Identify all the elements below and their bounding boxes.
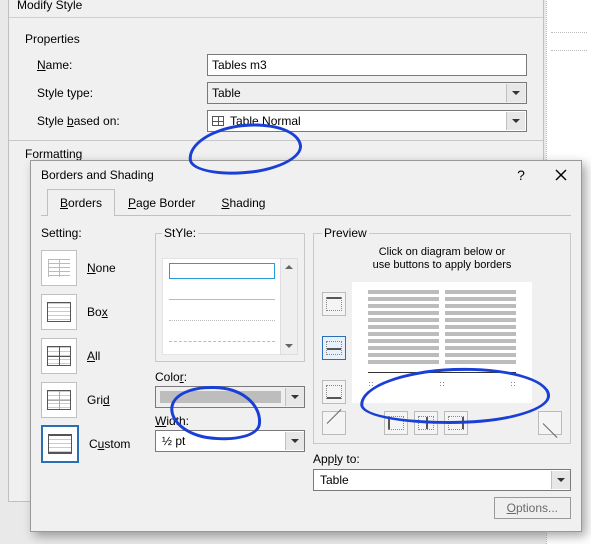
- width-label: Width:: [155, 414, 305, 428]
- setting-box-icon: [47, 302, 71, 322]
- preview-diag-down-button[interactable]: [322, 411, 346, 435]
- line-style-option[interactable]: [169, 304, 275, 321]
- setting-none[interactable]: None: [41, 246, 147, 290]
- setting-all[interactable]: All: [41, 334, 147, 378]
- chevron-down-icon: [506, 84, 525, 102]
- setting-grid-icon: [47, 390, 71, 410]
- preview-right-border-button[interactable]: [444, 411, 468, 435]
- preview-left-border-button[interactable]: [384, 411, 408, 435]
- preview-legend: Preview: [322, 226, 369, 240]
- setting-grid[interactable]: Grid: [41, 378, 147, 422]
- preview-diag-up-button[interactable]: [538, 411, 562, 435]
- color-combo[interactable]: [155, 386, 305, 408]
- name-input[interactable]: [207, 54, 527, 76]
- style-header: StYle:: [162, 226, 198, 240]
- width-combo[interactable]: ½ pt: [155, 430, 305, 452]
- close-button[interactable]: [541, 161, 581, 189]
- color-label: Color:: [155, 370, 305, 384]
- style-type-label: Style type:: [25, 86, 207, 100]
- preview-diagram[interactable]: [352, 282, 532, 403]
- scroll-down-icon[interactable]: [281, 338, 297, 354]
- preview-inside-v-border-button[interactable]: [414, 411, 438, 435]
- chevron-down-icon: [551, 471, 570, 489]
- diagonal-icon: [327, 416, 341, 430]
- line-style-option[interactable]: [169, 325, 275, 342]
- diagonal-icon: [543, 416, 557, 430]
- borders-shading-dialog: Borders and Shading ? Borders Page Borde…: [30, 160, 582, 532]
- formatting-header: Formatting: [25, 147, 527, 161]
- setting-none-icon: [48, 259, 70, 277]
- setting-custom-icon: [48, 434, 72, 454]
- tab-page-border[interactable]: Page Border: [115, 189, 208, 216]
- setting-all-icon: [47, 346, 71, 366]
- modify-style-title: Modify Style: [9, 0, 543, 18]
- borders-shading-title: Borders and Shading: [41, 168, 501, 182]
- setting-box[interactable]: Box: [41, 290, 147, 334]
- apply-to-combo[interactable]: Table: [313, 469, 571, 491]
- table-icon: [212, 116, 224, 126]
- preview-top-border-button[interactable]: [322, 292, 346, 316]
- help-button[interactable]: ?: [501, 161, 541, 189]
- line-style-option[interactable]: [169, 263, 275, 279]
- preview-bottom-border-button[interactable]: [322, 380, 346, 404]
- style-type-combo[interactable]: Table: [207, 82, 527, 104]
- chevron-down-icon: [506, 112, 525, 130]
- scroll-up-icon[interactable]: [281, 259, 297, 275]
- line-style-list[interactable]: [162, 258, 282, 355]
- setting-header: Setting:: [41, 226, 147, 240]
- style-group: StYle:: [155, 226, 305, 362]
- line-style-option[interactable]: [169, 346, 275, 355]
- properties-header: Properties: [25, 32, 527, 46]
- line-style-option[interactable]: [169, 283, 275, 300]
- color-swatch: [160, 391, 281, 403]
- options-button[interactable]: Options...: [494, 497, 571, 519]
- style-scrollbar[interactable]: [280, 258, 298, 355]
- tab-strip: Borders Page Border Shading: [41, 189, 571, 216]
- name-label: Name:: [25, 58, 207, 72]
- based-on-combo[interactable]: Table Normal: [207, 110, 527, 132]
- tab-borders[interactable]: Borders: [47, 189, 115, 216]
- apply-to-label: Apply to:: [313, 452, 571, 466]
- setting-custom[interactable]: Custom: [41, 422, 147, 466]
- chevron-down-icon: [285, 432, 304, 450]
- based-on-label: Style based on:: [25, 114, 207, 128]
- preview-inside-h-border-button[interactable]: [322, 336, 346, 360]
- chevron-down-icon: [285, 388, 304, 406]
- tab-shading[interactable]: Shading: [208, 189, 278, 216]
- close-icon: [555, 169, 567, 181]
- preview-hint: Click on diagram below or use buttons to…: [322, 246, 562, 272]
- preview-group: Preview Click on diagram below or use bu…: [313, 226, 571, 444]
